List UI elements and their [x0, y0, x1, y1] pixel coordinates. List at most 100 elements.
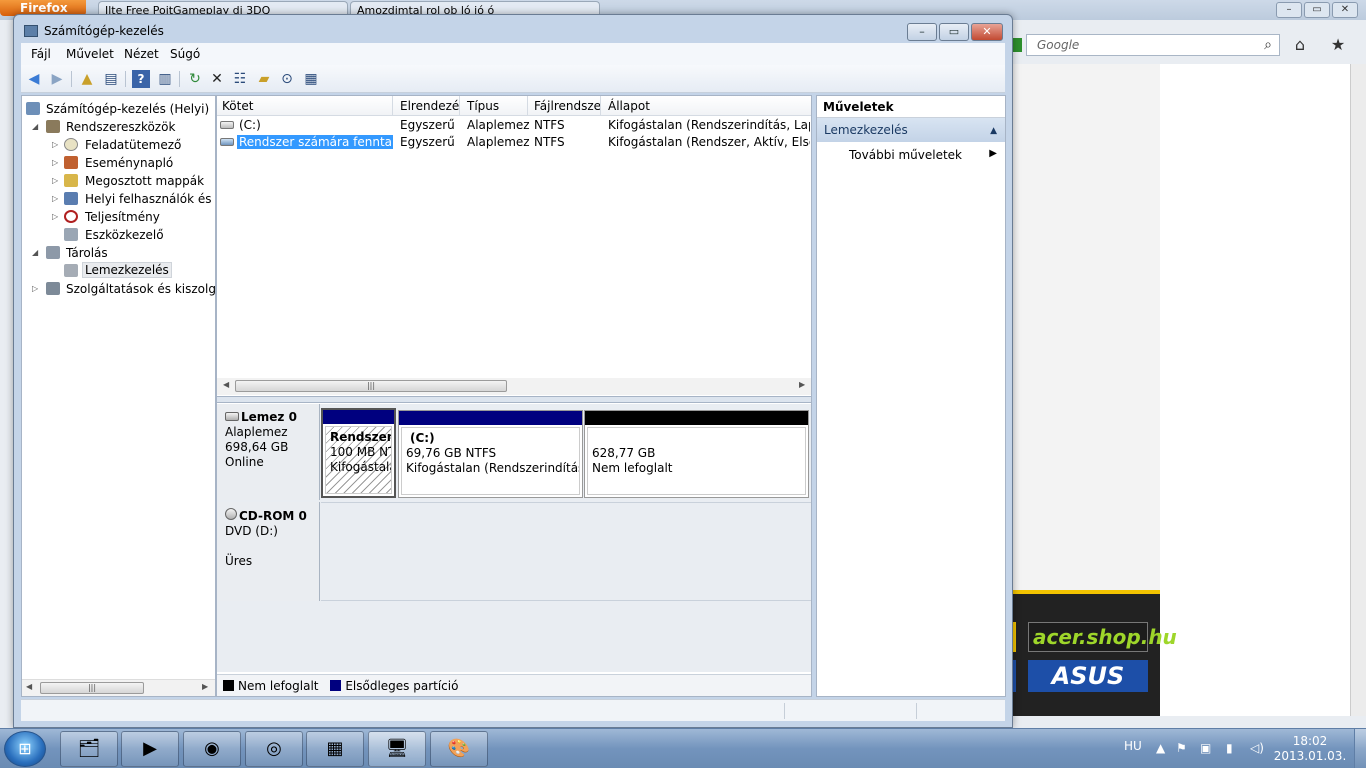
collapse-icon[interactable]: ◢ — [32, 248, 40, 257]
cdrom-0-info[interactable]: CD-ROM 0 DVD (D:) Üres — [217, 502, 320, 601]
more-actions-item[interactable]: További műveletek ▶ — [817, 144, 1005, 164]
close-button[interactable]: ✕ — [971, 23, 1003, 41]
language-indicator[interactable]: HU — [1124, 739, 1142, 753]
media-player-taskbar-icon[interactable]: ▶ — [121, 731, 179, 767]
tree-horizontal-scrollbar[interactable]: ◀ ||| ▶ — [22, 679, 215, 696]
table-row[interactable]: Rendszer számára fenntartott Egyszerű Al… — [217, 134, 811, 151]
menu-file[interactable]: Fájl — [31, 47, 51, 61]
event-log-icon — [64, 156, 78, 169]
expand-icon[interactable]: ▷ — [52, 158, 60, 167]
action-center-flag-icon[interactable]: ⚑ — [1176, 741, 1187, 755]
tree-item-services[interactable]: ▷ Szolgáltatások és kiszolgáló — [22, 280, 215, 298]
collapse-icon[interactable]: ◢ — [32, 122, 40, 131]
tree-item-shared-folders[interactable]: ▷ Megosztott mappák — [22, 172, 215, 190]
scrollbar-thumb[interactable]: ||| — [235, 380, 507, 392]
disk-settings-icon[interactable]: ▦ — [302, 70, 320, 88]
pane-splitter[interactable] — [217, 396, 811, 403]
tree-item-disk-management[interactable]: Lemezkezelés — [22, 262, 215, 280]
disk-0-info[interactable]: Lemez 0 Alaplemez 698,64 GB Online — [217, 404, 320, 500]
show-hide-action-pane-icon[interactable]: ▥ — [156, 70, 174, 88]
show-hide-tree-icon[interactable]: ▤ — [102, 70, 120, 88]
tree-item-storage[interactable]: ◢ Tárolás — [22, 244, 215, 262]
cdrom-icon — [225, 508, 237, 520]
window-title: Számítógép-kezelés — [44, 24, 164, 38]
partition-unallocated[interactable]: 628,77 GB Nem lefoglalt — [584, 410, 809, 498]
scroll-left-icon[interactable]: ◀ — [223, 380, 229, 389]
home-icon[interactable]: ⌂ — [1290, 36, 1310, 54]
collapse-up-icon[interactable]: ▲ — [990, 126, 997, 136]
scrollbar-thumb[interactable]: ||| — [40, 682, 144, 694]
control-panel-taskbar-icon[interactable]: ▦ — [306, 731, 364, 767]
partition-status: Kifogástalan — [330, 460, 391, 474]
network-icon[interactable]: ▮ — [1226, 741, 1233, 755]
scroll-left-icon[interactable]: ◀ — [26, 682, 32, 691]
tree-item-task-scheduler[interactable]: ▷ Feladatütemező — [22, 136, 215, 154]
device-manager-icon — [64, 228, 78, 241]
tree-item-device-manager[interactable]: Eszközkezelő — [22, 226, 215, 244]
expand-icon[interactable]: ▷ — [32, 284, 40, 293]
partition-system-reserved[interactable]: Rendszer s 100 MB NTFS Kifogástalan — [321, 408, 396, 498]
tree-item-performance[interactable]: ▷ Teljesítmény — [22, 208, 215, 226]
scroll-right-icon[interactable]: ▶ — [799, 380, 805, 389]
tree-item-local-users[interactable]: ▷ Helyi felhasználók és cs — [22, 190, 215, 208]
clock[interactable]: 18:02 2013.01.03. — [1270, 734, 1350, 764]
open-icon[interactable]: ▰ — [255, 70, 273, 88]
paint-taskbar-icon[interactable]: 🎨 — [430, 731, 488, 767]
expand-icon[interactable]: ▷ — [52, 212, 60, 221]
tree-item-system-tools[interactable]: ◢ Rendszereszközök — [22, 118, 215, 136]
page-scrollbar[interactable] — [1350, 64, 1366, 716]
device-icon[interactable]: ▣ — [1200, 741, 1211, 755]
actions-section-disk-management[interactable]: Lemezkezelés ▲ — [817, 118, 1005, 142]
find-icon[interactable]: ⊙ — [278, 70, 296, 88]
help-icon[interactable]: ? — [132, 70, 150, 88]
menu-help[interactable]: Súgó — [170, 47, 200, 61]
cdrom-0-area[interactable] — [321, 502, 811, 601]
column-header-type[interactable]: Típus — [462, 96, 528, 116]
firefox-taskbar-icon[interactable]: ◉ — [183, 731, 241, 767]
search-input[interactable]: Google — [1026, 34, 1280, 56]
storage-icon — [46, 246, 60, 259]
properties-icon[interactable]: ☷ — [231, 70, 249, 88]
delete-icon[interactable]: ✕ — [208, 70, 226, 88]
menu-view[interactable]: Nézet — [124, 47, 159, 61]
table-row[interactable]: (C:) Egyszerű Alaplemez NTFS Kifogástala… — [217, 117, 811, 134]
explorer-taskbar-icon[interactable]: 🗂 — [60, 731, 118, 767]
partition-c[interactable]: (C:) 69,76 GB NTFS Kifogástalan (Rendsze… — [398, 410, 583, 498]
tree-item-event-viewer[interactable]: ▷ Eseménynapló — [22, 154, 215, 172]
expand-icon[interactable]: ▷ — [52, 140, 60, 149]
minimize-button[interactable]: – — [907, 23, 937, 41]
tree-item-label: Számítógép-kezelés (Helyi) — [46, 102, 210, 116]
advertisement-banner[interactable] — [1012, 590, 1160, 716]
refresh-icon[interactable]: ↻ — [186, 70, 204, 88]
show-hidden-icons-icon[interactable]: ▲ — [1156, 741, 1165, 755]
media-center-taskbar-icon[interactable]: ◎ — [245, 731, 303, 767]
expand-icon[interactable]: ▷ — [52, 176, 60, 185]
minimize-button[interactable]: – — [1276, 2, 1302, 18]
tree-item-root[interactable]: Számítógép-kezelés (Helyi) — [22, 100, 215, 118]
maximize-button[interactable]: ▭ — [1304, 2, 1330, 18]
column-header-filesystem[interactable]: Fájlrendszer — [529, 96, 601, 116]
up-folder-icon[interactable]: ▲ — [78, 70, 96, 88]
volume-list-horizontal-scrollbar[interactable]: ◀ ||| ▶ — [217, 378, 811, 395]
title-bar[interactable]: Számítógép-kezelés – ▭ ✕ — [14, 15, 1012, 45]
scroll-right-icon[interactable]: ▶ — [202, 682, 208, 691]
column-header-volume[interactable]: Kötet — [217, 96, 393, 116]
column-header-layout[interactable]: Elrendezés — [395, 96, 460, 116]
asus-logo[interactable]: ASUS — [1028, 660, 1148, 692]
show-desktop-button[interactable] — [1354, 729, 1366, 768]
menu-action[interactable]: Művelet — [66, 47, 114, 61]
close-button[interactable]: ✕ — [1332, 2, 1358, 18]
computer-management-taskbar-icon[interactable]: 🖥 — [368, 731, 426, 767]
back-arrow-icon[interactable]: ◀ — [25, 70, 43, 88]
primary-partition-bar — [399, 411, 582, 425]
column-header-status[interactable]: Állapot — [603, 96, 811, 116]
acer-logo[interactable]: acer.shop.hu — [1028, 622, 1177, 652]
forward-arrow-icon[interactable]: ▶ — [48, 70, 66, 88]
expand-icon[interactable]: ▷ — [52, 194, 60, 203]
maximize-button[interactable]: ▭ — [939, 23, 969, 41]
bookmarks-star-icon[interactable]: ★ — [1328, 36, 1348, 54]
start-button[interactable]: ⊞ — [4, 731, 46, 767]
search-icon[interactable]: ⌕ — [1258, 36, 1278, 54]
users-icon — [64, 192, 78, 205]
volume-icon[interactable]: ◁) — [1250, 741, 1264, 755]
